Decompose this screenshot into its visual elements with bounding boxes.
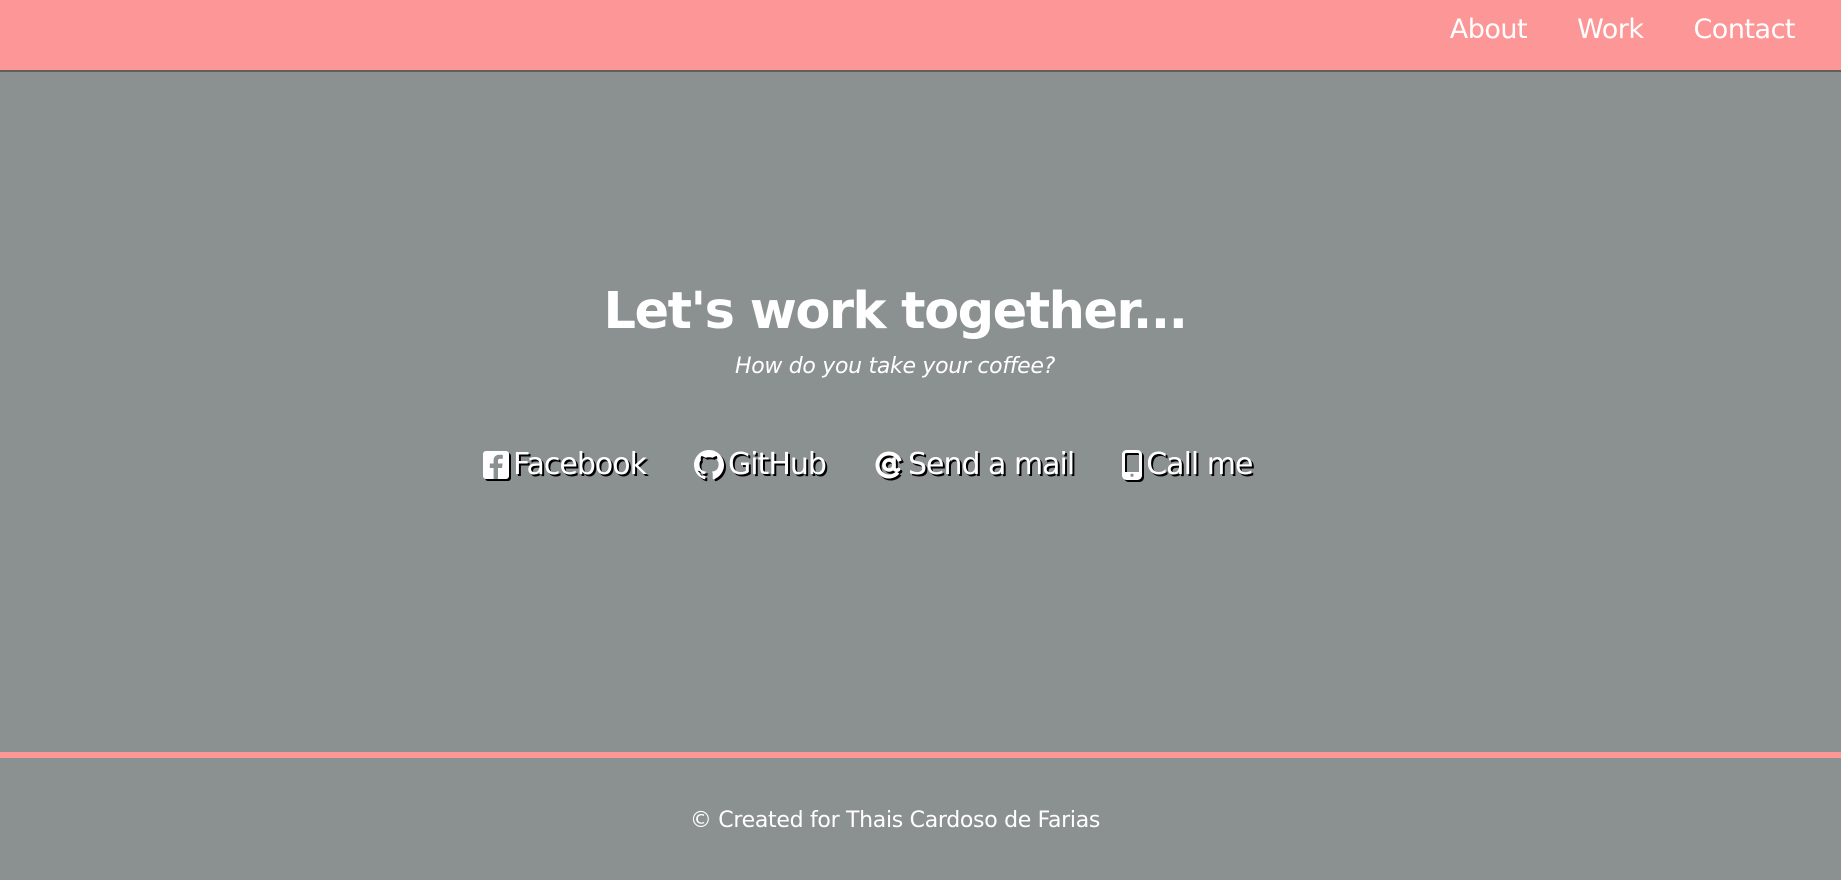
page-subtitle: How do you take your coffee? (734, 354, 1056, 379)
nav-links: About Work Contact (1400, 0, 1796, 58)
github-link[interactable]: GitHub (693, 447, 827, 482)
github-link-label: GitHub (727, 447, 827, 482)
facebook-link[interactable]: Facebook (483, 447, 647, 482)
page-title: Let's work together... (603, 282, 1188, 341)
navbar: About Work Contact (0, 0, 1841, 72)
contact-links: Facebook GitHub Send a mail Call me (483, 447, 1253, 482)
nav-link-contact[interactable]: Contact (1693, 14, 1795, 45)
nav-link-about[interactable]: About (1450, 14, 1528, 45)
nav-link-work[interactable]: Work (1577, 14, 1644, 45)
call-me-link-label: Call me (1146, 447, 1253, 482)
send-mail-link-label: Send a mail (907, 447, 1075, 482)
at-sign-icon (874, 450, 904, 480)
call-me-link[interactable]: Call me (1122, 447, 1253, 482)
facebook-link-label: Facebook (513, 447, 647, 482)
facebook-square-icon (483, 450, 509, 479)
hero-section: Let's work together... How do you take y… (0, 72, 1841, 752)
mobile-phone-icon (1122, 449, 1143, 480)
footer: © Created for Thais Cardoso de Farias (0, 758, 1841, 880)
send-mail-link[interactable]: Send a mail (874, 447, 1075, 482)
footer-copyright: © Created for Thais Cardoso de Farias (689, 808, 1101, 833)
github-icon (693, 449, 724, 480)
